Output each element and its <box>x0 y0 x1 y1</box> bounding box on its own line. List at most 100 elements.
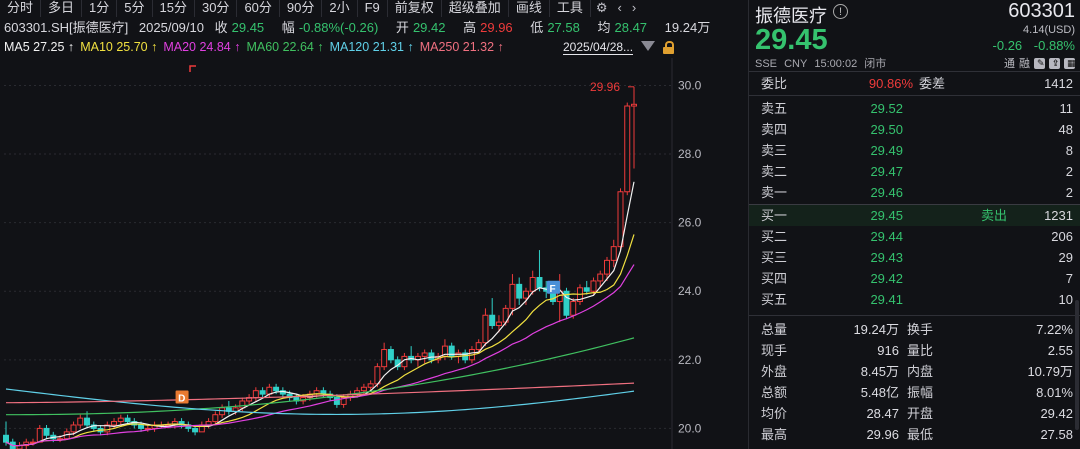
weibi-row: 委比 90.86% 委差 1412 <box>749 73 1080 94</box>
candle-body <box>583 287 590 292</box>
grid-icon[interactable]: ▦ <box>1064 57 1076 69</box>
candle-body <box>610 246 617 261</box>
ask-label: 卖五 <box>761 101 788 116</box>
ma-legend-item: MA20 24.84 ↑ <box>163 40 241 54</box>
candle-body <box>111 421 118 426</box>
bid-volume: 206 <box>1051 229 1073 244</box>
toolbar-item-3[interactable]: 画线 <box>509 0 550 17</box>
ask-row[interactable]: 卖三 29.49 8 <box>749 140 1080 161</box>
info-icon[interactable]: ! <box>833 4 848 19</box>
candle-body <box>428 352 435 361</box>
candle-body <box>77 417 84 426</box>
marker-label: D <box>178 394 185 405</box>
dropdown-triangle-icon[interactable] <box>641 41 655 51</box>
period-tab-5[interactable]: 30分 <box>195 0 238 17</box>
divider <box>749 95 1080 96</box>
stat-label: 量比 <box>907 343 934 358</box>
candle-body <box>138 424 145 429</box>
candle-body <box>570 301 577 316</box>
toolbar-item-1[interactable]: 前复权 <box>388 0 442 17</box>
corner-marker <box>189 65 196 72</box>
bid-row[interactable]: 买三 29.43 29 <box>749 247 1080 268</box>
chevron-left-icon[interactable]: ‹ <box>613 0 627 17</box>
candle-body <box>516 283 523 299</box>
bid-row[interactable]: 买五 29.41 10 <box>749 289 1080 310</box>
toolbar-item-4[interactable]: 工具 <box>550 0 591 17</box>
ask-row[interactable]: 卖一 29.46 2 <box>749 182 1080 203</box>
stat-label: 最低 <box>907 427 934 442</box>
ask-label: 卖三 <box>761 143 788 158</box>
bid-price: 29.44 <box>870 229 903 244</box>
date-range-select[interactable]: 2025/04/28... <box>563 40 634 55</box>
ask-row[interactable]: 卖五 29.52 11 <box>749 98 1080 119</box>
tong-button[interactable]: 通 <box>1004 55 1015 71</box>
candle-body <box>536 277 543 289</box>
usd-price: 4.14(USD) <box>1023 24 1075 36</box>
candle-body <box>3 434 9 443</box>
candle-body <box>489 314 496 327</box>
edit-icon[interactable]: ✎ <box>1034 57 1045 69</box>
candle-body <box>36 427 43 443</box>
bid-row[interactable]: 买四 29.42 7 <box>749 268 1080 289</box>
candlestick-chart[interactable]: 30.0 28.0 26.0 24.0 22.0 20.0 29.96 D F <box>0 58 744 449</box>
settings-icon[interactable]: ⚙ <box>591 0 613 17</box>
bid-row[interactable]: 买一 29.45 卖出 1231 <box>749 205 1080 226</box>
divider <box>749 71 1080 72</box>
toolbar-item-2[interactable]: 超级叠加 <box>442 0 509 17</box>
toolbar-item-0[interactable]: F9 <box>358 0 388 17</box>
candle-body <box>273 386 280 392</box>
bid-row[interactable]: 买二 29.44 206 <box>749 226 1080 247</box>
candle-body <box>475 342 482 351</box>
stat-value: 7.22% <box>1036 322 1073 337</box>
period-tab-0[interactable]: 分时 <box>0 0 42 17</box>
stat-label: 均价 <box>761 406 788 421</box>
ask-price: 29.49 <box>870 143 903 158</box>
ask-volume: 2 <box>1065 185 1073 200</box>
share-icon[interactable]: ⇪ <box>1049 57 1060 69</box>
ask-row[interactable]: 卖二 29.47 2 <box>749 161 1080 182</box>
period-tab-8[interactable]: 2小 <box>322 0 358 17</box>
candle-body <box>117 417 124 423</box>
period-tab-3[interactable]: 5分 <box>117 0 153 17</box>
ask-row[interactable]: 卖四 29.50 48 <box>749 119 1080 140</box>
period-tab-4[interactable]: 15分 <box>153 0 195 17</box>
period-tab-1[interactable]: 多日 <box>41 0 83 17</box>
candle-body <box>84 417 91 426</box>
period-tab-2[interactable]: 1分 <box>82 0 118 17</box>
candle-body <box>509 283 516 309</box>
ask-price: 29.50 <box>870 122 903 137</box>
sell-tag[interactable]: 卖出 <box>981 205 1007 226</box>
rong-button[interactable]: 融 <box>1019 55 1030 71</box>
avg-value: 28.47 <box>614 20 648 35</box>
change-percent: -0.88% <box>1033 38 1075 53</box>
close-value: 29.45 <box>231 20 265 35</box>
period-tab-6[interactable]: 60分 <box>237 0 280 17</box>
chevron-right-icon[interactable]: › <box>627 0 641 17</box>
period-tab-7[interactable]: 90分 <box>280 0 323 17</box>
bid-volume: 29 <box>1058 250 1073 265</box>
candle-body <box>367 383 374 388</box>
currency: CNY <box>784 58 808 70</box>
scrollbar[interactable] <box>1075 300 1079 430</box>
candle-body <box>529 277 536 292</box>
amp-label: 幅 <box>281 20 295 35</box>
bid-volume: 10 <box>1058 292 1073 307</box>
ask-label: 卖二 <box>761 164 788 179</box>
candle-body <box>522 290 529 299</box>
ask-label: 卖四 <box>761 122 788 137</box>
date-label: 2025/09/10 <box>138 20 204 35</box>
bid-price: 29.41 <box>870 292 903 307</box>
candle-body <box>590 280 597 292</box>
lock-icon[interactable] <box>663 41 674 54</box>
stat-value: 29.96 <box>866 427 899 442</box>
stat-row: 现手 916 量比 2.55 <box>749 340 1080 361</box>
stat-value: 28.47 <box>866 406 899 421</box>
ask-volume: 2 <box>1065 164 1073 179</box>
candle-body <box>252 390 259 399</box>
trade-buttons: 通 融 ✎ ⇪ ▦ <box>1004 55 1076 71</box>
divider <box>749 315 1080 316</box>
ask-volume: 8 <box>1065 143 1073 158</box>
stat-value: 916 <box>877 343 899 358</box>
candle-body <box>624 105 631 193</box>
y-tick-label: 26.0 <box>678 216 702 230</box>
